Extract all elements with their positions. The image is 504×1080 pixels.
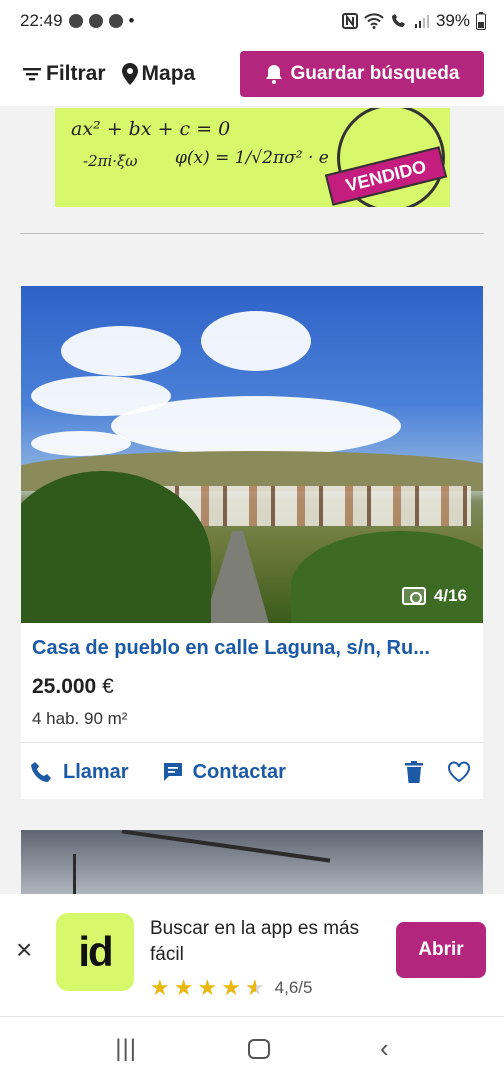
crane-shape	[121, 830, 331, 863]
filter-icon	[23, 68, 41, 81]
listing-card[interactable]: 4/16 Casa de pueblo en calle Laguna, s/n…	[21, 286, 483, 799]
heart-icon[interactable]	[447, 761, 471, 783]
save-search-button[interactable]: Guardar búsqueda	[240, 51, 484, 97]
map-label: Mapa	[141, 62, 196, 85]
price-value: 25.000	[32, 675, 97, 698]
battery-icon	[476, 12, 486, 30]
map-button[interactable]: Mapa	[121, 62, 196, 86]
filter-label: Filtrar	[46, 62, 106, 85]
phone-icon	[31, 762, 51, 782]
contact-button[interactable]: Contactar	[163, 761, 286, 784]
recent-apps-button[interactable]: |||	[115, 1035, 137, 1063]
notification-icon	[88, 14, 103, 28]
status-bar: 22:49 • 39%	[0, 0, 504, 42]
signal-icon	[414, 15, 429, 28]
next-listing-card[interactable]	[21, 830, 483, 894]
cloud-shape	[61, 326, 181, 376]
listing-price: 25.000 €	[32, 675, 114, 699]
open-app-button[interactable]: Abrir	[396, 922, 486, 978]
trash-icon[interactable]	[405, 761, 423, 783]
camera-icon	[401, 587, 426, 605]
contact-label: Contactar	[192, 760, 286, 783]
cloud-shape	[31, 431, 131, 456]
section-divider	[20, 233, 484, 234]
star-icon: ★	[197, 975, 218, 1000]
call-label: Llamar	[63, 760, 129, 783]
listing-features: 4 hab. 90 m²	[32, 709, 128, 728]
save-search-label: Guardar búsqueda	[290, 63, 460, 84]
wifi-icon	[364, 13, 384, 29]
card-divider	[21, 742, 483, 743]
map-pin-icon	[121, 63, 138, 85]
formula-line-1: ax² + bx + c = 0	[71, 118, 231, 140]
home-button[interactable]	[247, 1038, 270, 1059]
listing-actions: Llamar Contactar	[21, 752, 483, 792]
star-icon: ★	[150, 975, 170, 1000]
bell-icon	[265, 65, 282, 84]
photo-counter-text: 4/16	[433, 586, 467, 605]
formula-line-3: φ(x) = 1/√2πσ² · e	[175, 148, 329, 168]
cloud-shape	[201, 311, 311, 371]
whatsapp-icon	[68, 14, 83, 28]
listing-title[interactable]: Casa de pueblo en calle Laguna, s/n, Ru.…	[32, 637, 472, 660]
app-notification-icon	[108, 14, 123, 28]
back-button[interactable]: ‹	[380, 1033, 389, 1064]
filter-button[interactable]: Filtrar	[22, 62, 106, 86]
top-toolbar: Filtrar Mapa Guardar búsqueda	[0, 42, 504, 106]
sold-ad-banner[interactable]: ax² + bx + c = 0 -2πi·ξω φ(x) = 1/√2πσ² …	[55, 108, 450, 207]
status-more-dot: •	[128, 11, 135, 30]
half-star-icon: ★	[244, 975, 265, 1000]
chat-icon	[163, 763, 182, 781]
status-time: 22:49	[20, 11, 63, 30]
pole-shape	[73, 854, 76, 894]
star-icon: ★	[173, 975, 194, 1000]
close-banner-button[interactable]: ×	[16, 934, 32, 966]
star-icon: ★	[221, 975, 241, 1000]
rating-value: 4,6/5	[274, 978, 313, 997]
call-button[interactable]: Llamar	[31, 761, 129, 784]
bush-shape	[291, 531, 483, 623]
app-rating: ★ ★ ★ ★ ★ 4,6/5	[150, 975, 312, 1001]
nfc-icon	[341, 13, 358, 29]
photo-counter: 4/16	[401, 586, 467, 606]
wifi-call-icon	[391, 14, 405, 27]
system-nav-bar: ||| ‹	[0, 1016, 504, 1080]
battery-percent: 39%	[435, 11, 470, 30]
road-shape	[201, 531, 271, 623]
listing-photo[interactable]: 4/16	[21, 286, 483, 623]
price-currency: €	[102, 675, 114, 698]
app-logo: id	[56, 913, 134, 991]
formula-line-2: -2πi·ξω	[83, 152, 138, 170]
results-list[interactable]: ax² + bx + c = 0 -2πi·ξω φ(x) = 1/√2πσ² …	[0, 106, 504, 894]
cloud-shape	[111, 396, 401, 456]
app-promo-text: Buscar en la app es más fácil	[150, 918, 360, 965]
